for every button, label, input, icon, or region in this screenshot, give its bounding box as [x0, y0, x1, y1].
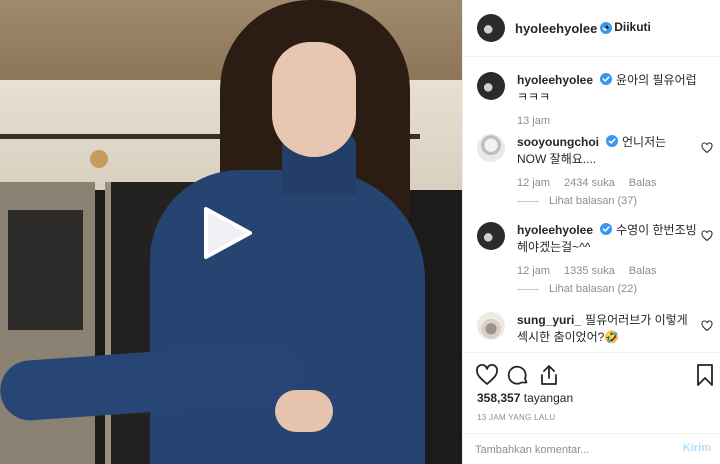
view-replies-label[interactable]: Lihat balasan (37) — [549, 195, 637, 207]
add-comment-bar: Kirim — [463, 433, 720, 464]
verified-badge-icon — [600, 223, 613, 235]
follow-status[interactable]: • Diikuti — [605, 20, 651, 34]
caption-text: hyoleehyolee 윤아의 필유어럽 ㅋㅋㅋ — [517, 72, 697, 106]
comment-avatar[interactable] — [477, 222, 505, 250]
comment-item: hyoleehyolee 수영이 한번조빙 헤야겠는걸~^^ 12 jam 1335… — [477, 222, 717, 297]
comment-username[interactable]: sooyoungchoi — [517, 135, 599, 149]
verified-badge-icon — [600, 73, 613, 85]
comment-username[interactable]: sung_yuri_ — [517, 313, 581, 327]
post-timestamp[interactable]: 13 JAM YANG LALU — [477, 413, 555, 422]
caption-meta: 13 jam — [517, 115, 564, 127]
comment-time[interactable]: 12 jam — [517, 265, 550, 277]
caption-username[interactable]: hyoleehyolee — [517, 73, 593, 87]
view-replies-button[interactable]: Lihat balasan (22) — [517, 283, 637, 295]
comment-like-icon[interactable] — [701, 142, 713, 154]
post-video[interactable] — [0, 0, 462, 464]
caption-avatar[interactable] — [477, 72, 505, 100]
author-avatar[interactable] — [477, 14, 505, 42]
video-person-hand — [275, 390, 333, 432]
replies-line — [517, 288, 539, 290]
video-rod-knob — [90, 150, 108, 168]
verified-badge-icon — [606, 135, 618, 147]
caption-time[interactable]: 13 jam — [517, 115, 550, 127]
video-person-face — [272, 42, 356, 157]
comment-input[interactable] — [475, 442, 665, 458]
video-window-pane — [8, 210, 83, 330]
following-label[interactable]: Diikuti — [614, 20, 651, 34]
reply-button[interactable]: Balas — [629, 265, 657, 277]
bookmark-icon[interactable] — [693, 363, 713, 387]
comment-username[interactable]: hyoleehyolee — [517, 223, 593, 237]
views-number: 358,357 — [477, 391, 521, 405]
post-side-panel: hyoleehyolee • Diikuti hyoleehyolee 윤아의 필유… — [462, 0, 720, 464]
header-separator: • — [605, 20, 610, 34]
heart-icon[interactable] — [475, 363, 499, 387]
view-replies-label[interactable]: Lihat balasan (22) — [549, 283, 637, 295]
post-caption: hyoleehyolee 윤아의 필유어럽 ㅋㅋㅋ 13 jam — [477, 72, 717, 132]
views-label: tayangan — [523, 391, 574, 405]
comment-meta: 12 jam 1335 suka Balas — [517, 265, 670, 277]
comment-time[interactable]: 12 jam — [517, 177, 550, 189]
comment-like-icon[interactable] — [701, 320, 713, 332]
author-username[interactable]: hyoleehyolee — [515, 21, 597, 36]
post-actions-section: 358,357 tayangan 13 JAM YANG LALU Kirim — [463, 352, 720, 464]
comment-avatar[interactable] — [477, 134, 505, 162]
play-icon[interactable] — [200, 205, 256, 261]
reply-button[interactable]: Balas — [629, 177, 657, 189]
author-name-row: hyoleehyolee — [515, 20, 613, 38]
post-header: hyoleehyolee • Diikuti — [463, 0, 720, 57]
comment-likes-count[interactable]: 1335 suka — [564, 265, 615, 277]
comment-like-icon[interactable] — [701, 230, 713, 242]
replies-line — [517, 200, 539, 202]
views-count[interactable]: 358,357 tayangan — [477, 391, 573, 405]
share-icon[interactable] — [537, 363, 561, 387]
view-replies-button[interactable]: Lihat balasan (37) — [517, 195, 637, 207]
comment-item: sooyoungchoi 언니저는 NOW 잘해요.... 12 jam 2434 … — [477, 134, 717, 209]
comment-item: sung_yuri_ 필유어러브가 이렇게 섹시한 춤이었어?🤣 — [477, 312, 717, 350]
comment-icon[interactable] — [506, 363, 530, 387]
post-comment-button[interactable]: Kirim — [683, 442, 711, 454]
comment-text: sung_yuri_ 필유어러브가 이렇게 섹시한 춤이었어?🤣 — [517, 312, 697, 346]
comment-text: sooyoungchoi 언니저는 NOW 잘해요.... — [517, 134, 697, 168]
comment-meta: 12 jam 2434 suka Balas — [517, 177, 670, 189]
comment-avatar[interactable] — [477, 312, 505, 340]
comment-likes-count[interactable]: 2434 suka — [564, 177, 615, 189]
comment-text: hyoleehyolee 수영이 한번조빙 헤야겠는걸~^^ — [517, 222, 697, 256]
